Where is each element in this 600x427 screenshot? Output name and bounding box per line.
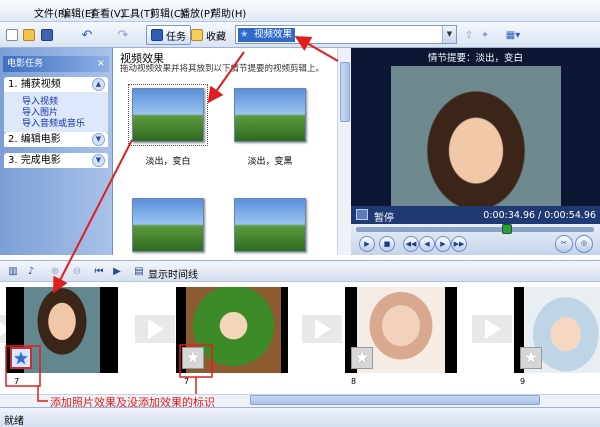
narrate-icon[interactable]: ▥ <box>6 265 20 278</box>
next-frame-icon[interactable]: ▶▶ <box>451 236 467 252</box>
audio-levels-icon[interactable]: ♪ <box>24 265 38 278</box>
previous-frame-icon[interactable]: ◀◀ <box>403 236 419 252</box>
clip-photo-girl <box>24 287 100 373</box>
storyboard-toolbar: ▥ ♪ ⊕ ⊖ ⏮ ▶ ▤ 显示时间线 <box>0 260 600 282</box>
gallery-description: 拖动视频效果并将其放到以下情节提要的视频剪辑上。 <box>120 64 325 74</box>
play-icon[interactable]: ▶ <box>359 236 375 252</box>
timeline-icon[interactable]: ▤ <box>132 265 146 278</box>
preview-title: 情节提要：淡出，变白 <box>427 53 523 64</box>
redo-icon[interactable]: ↷ <box>112 25 134 45</box>
up-folder-icon[interactable]: ⇧ <box>462 25 476 45</box>
playback-controls: ▶ ■ ◀◀ ◀ ▶ ▶▶ ✂ ◎ <box>351 224 600 255</box>
effect-thumbnail-fade-black[interactable] <box>234 88 306 142</box>
section-capture-title: 1. 捕获视频 <box>8 79 61 90</box>
chevron-down-icon[interactable]: ▼ <box>92 133 105 146</box>
section-edit-movie[interactable]: 2. 编辑电影 ▼ <box>4 132 108 147</box>
collections-button[interactable]: 收藏 <box>188 25 229 45</box>
forward-icon[interactable]: ▶ <box>435 236 451 252</box>
effect-star-icon[interactable]: ★ <box>10 347 32 369</box>
new-folder-icon[interactable]: ✦ <box>478 25 492 45</box>
clip-number-2: 7 <box>184 377 190 386</box>
new-project-icon[interactable] <box>5 25 19 45</box>
chevron-down-icon[interactable]: ▼ <box>442 26 456 43</box>
view-options-icon[interactable]: ▦▾ <box>502 25 524 45</box>
no-effect-star-icon[interactable]: ★ <box>351 347 373 369</box>
menu-help[interactable]: 帮助(H) <box>211 5 246 20</box>
menu-bar: 文件(F) 编辑(E) 查看(V) 工具(T) 剪辑(C) 播放(P) 帮助(H… <box>0 0 600 22</box>
menu-play[interactable]: 播放(P) <box>180 5 214 20</box>
preview-status-bar: 暂停 0:00:34.96 / 0:00:54.96 <box>351 206 600 224</box>
status-bar: 就绪 <box>0 407 600 427</box>
effect-thumbnail-4[interactable] <box>234 198 306 252</box>
back-icon[interactable]: ◀ <box>419 236 435 252</box>
transition-slot[interactable] <box>135 315 175 343</box>
section-edit-title: 2. 编辑电影 <box>8 134 61 145</box>
split-clip-icon[interactable]: ✂ <box>555 235 573 253</box>
chevron-down-icon[interactable]: ▼ <box>92 154 105 167</box>
collections-combo[interactable]: ★ 视频效果 ▼ <box>235 25 457 44</box>
no-effect-star-icon[interactable]: ★ <box>520 347 542 369</box>
clip-number-4: 9 <box>520 377 526 386</box>
tasks-icon <box>151 29 163 41</box>
clip-number-3: 8 <box>351 377 357 386</box>
stop-icon[interactable]: ■ <box>379 236 395 252</box>
movie-tasks-title: 电影任务 <box>7 59 44 69</box>
storyboard: ★ 7 ★ 7 ★ 8 ★ 9 <box>0 282 600 392</box>
effect-label-fade-black: 淡出，变黑 <box>247 157 293 167</box>
gallery-scrollbar[interactable] <box>337 48 351 255</box>
playback-status: 暂停 <box>374 213 394 224</box>
collections-label: 收藏 <box>206 31 226 43</box>
rewind-storyboard-icon[interactable]: ⏮ <box>92 265 106 278</box>
seek-thumb[interactable] <box>501 224 512 234</box>
effect-thumbnail-fade-white[interactable] <box>128 84 208 146</box>
effects-selected-value: ★ 视频效果 <box>238 28 296 42</box>
snapshot-icon[interactable]: ◎ <box>575 235 593 253</box>
section-finish-movie[interactable]: 3. 完成电影 ▼ <box>4 153 108 168</box>
film-icon <box>356 209 368 220</box>
effects-gallery: 视频效果 拖动视频效果并将其放到以下情节提要的视频剪辑上。 淡出，变白 淡出，变… <box>114 48 351 255</box>
no-effect-star-icon[interactable]: ★ <box>182 347 204 369</box>
zoom-in-icon[interactable]: ⊕ <box>48 265 62 278</box>
section-finish-title: 3. 完成电影 <box>8 155 61 166</box>
collections-folder-icon <box>191 29 203 41</box>
tasks-label: 任务 <box>166 31 186 43</box>
open-folder-icon[interactable] <box>22 25 36 45</box>
tasks-button[interactable]: 任务 <box>146 25 191 45</box>
menu-tools[interactable]: 工具(T) <box>120 5 154 20</box>
seek-bar[interactable] <box>356 224 594 234</box>
status-text: 就绪 <box>4 416 24 427</box>
gallery-scroll-thumb[interactable] <box>340 62 350 122</box>
main-toolbar: ↶ ↷ 任务 收藏 ★ 视频效果 ▼ ⇧ ✦ ▦▾ <box>0 22 600 48</box>
effect-label-fade-white: 淡出，变白 <box>145 157 191 167</box>
scrollbar-thumb[interactable] <box>250 395 540 405</box>
capture-links: 导入视频 导入图片 导入音频或音乐 <box>4 92 108 132</box>
show-timeline-button[interactable]: 显示时间线 <box>148 266 198 281</box>
section-capture-video[interactable]: 1. 捕获视频 ▲ <box>4 77 108 92</box>
star-icon: ★ <box>240 29 249 40</box>
chevron-up-icon[interactable]: ▲ <box>92 78 105 91</box>
movie-tasks-header: 电影任务 × <box>3 56 109 72</box>
clip-number-1: 7 <box>14 377 20 386</box>
zoom-out-icon[interactable]: ⊖ <box>70 265 84 278</box>
undo-icon[interactable]: ↶ <box>76 25 98 45</box>
save-icon[interactable] <box>40 25 54 45</box>
transition-slot[interactable] <box>472 315 512 343</box>
close-icon[interactable]: × <box>97 56 105 72</box>
transition-slot[interactable] <box>302 315 342 343</box>
import-audio-link[interactable]: 导入音频或音乐 <box>22 116 85 129</box>
effect-thumbnail-3[interactable] <box>132 198 204 252</box>
effects-selected-label: 视频效果 <box>254 29 293 40</box>
play-storyboard-icon[interactable]: ▶ <box>110 265 124 278</box>
movie-tasks-pane: 电影任务 × 1. 捕获视频 ▲ 导入视频 导入图片 导入音频或音乐 2. 编辑… <box>0 48 113 255</box>
playback-time: 0:00:34.96 / 0:00:54.96 <box>483 210 596 221</box>
